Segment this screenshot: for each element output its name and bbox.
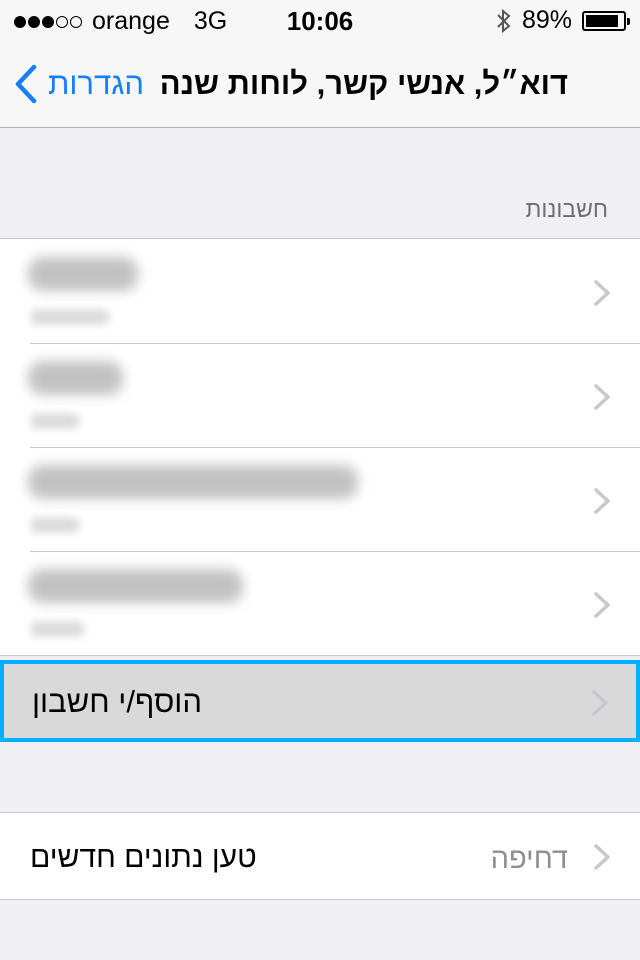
chevron-right-icon <box>594 384 610 410</box>
chevron-right-icon <box>594 844 610 870</box>
fetch-new-data-row[interactable]: טען נתונים חדשים דחיפה <box>0 813 640 901</box>
account-row[interactable] <box>0 447 640 551</box>
chevron-right-icon <box>594 592 610 618</box>
chevron-left-icon <box>15 64 37 104</box>
battery-icon <box>582 10 630 31</box>
account-name-redacted <box>28 361 123 395</box>
account-detail-redacted <box>30 621 85 637</box>
fetch-settings-list: טען נתונים חדשים דחיפה <box>0 812 640 900</box>
add-account-button[interactable]: הוסף/י חשבון <box>0 660 640 742</box>
account-name-redacted <box>28 257 138 291</box>
fetch-new-data-label: טען נתונים חדשים <box>30 841 257 874</box>
add-account-label: הוסף/י חשבון <box>32 684 203 719</box>
account-row[interactable] <box>0 551 640 655</box>
fetch-new-data-value: דחיפה <box>490 843 568 875</box>
account-detail-redacted <box>30 309 110 325</box>
account-detail-redacted <box>30 413 80 429</box>
accounts-list <box>0 238 640 656</box>
page-title: דוא״ל, אנשי קשר, לוחות שנה <box>159 66 568 101</box>
accounts-section-header: חשבונות <box>525 196 608 222</box>
account-row[interactable] <box>0 239 640 343</box>
chevron-right-icon <box>594 488 610 514</box>
bluetooth-icon <box>497 8 511 33</box>
battery-fill <box>586 14 619 27</box>
account-name-redacted <box>28 569 243 603</box>
account-row[interactable] <box>0 343 640 447</box>
status-bar: orange 3G 10:06 89% <box>0 0 640 40</box>
account-detail-redacted <box>30 517 80 533</box>
chevron-right-icon <box>594 280 610 306</box>
back-button-label: הגדרות <box>48 66 144 101</box>
back-button[interactable]: הגדרות <box>14 64 144 104</box>
account-name-redacted <box>28 465 358 499</box>
status-right: 89% <box>496 6 630 35</box>
battery-percent: 89% <box>521 6 572 34</box>
navigation-bar: הגדרות דוא״ל, אנשי קשר, לוחות שנה <box>0 40 640 128</box>
chevron-right-icon <box>592 690 608 716</box>
